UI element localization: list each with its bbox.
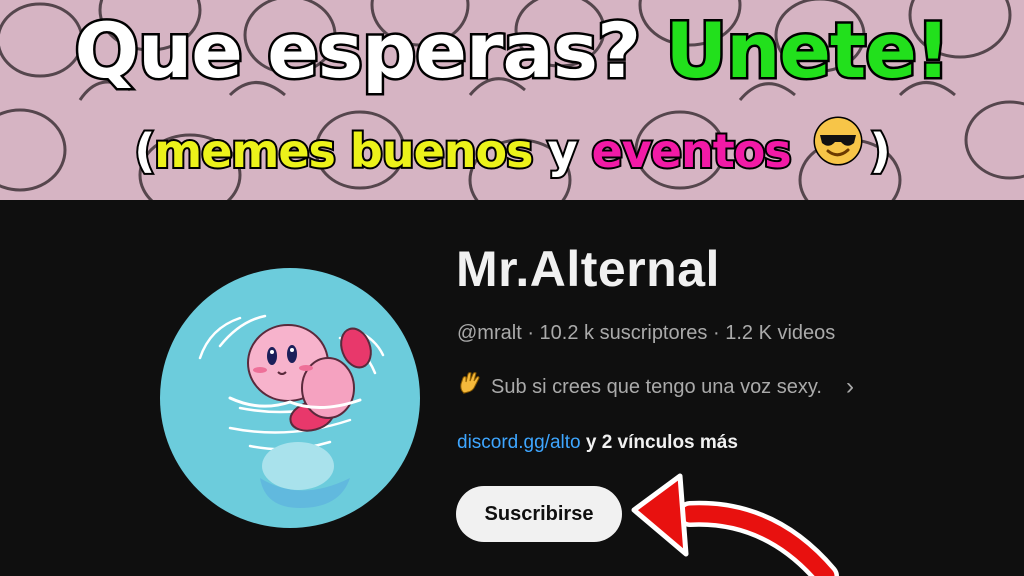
channel-handle: @mralt (457, 322, 522, 344)
subline-close-paren: ) (868, 122, 893, 180)
promo-banner: Que esperas? Unete! (memes buenos y even… (0, 0, 1024, 200)
meta-separator: · (527, 322, 534, 344)
chevron-right-icon[interactable]: › (846, 373, 854, 401)
subline-open-paren: ( (132, 122, 157, 180)
red-arrow-pointer-icon (631, 473, 839, 576)
waving-hand-icon (457, 372, 481, 402)
subline-memes: memes buenos (152, 122, 535, 180)
channel-header: Mr.Alternal @mralt · 10.2 k suscriptores… (0, 200, 1024, 576)
subscriber-count: 10.2 k suscriptores (539, 322, 708, 344)
banner-subline: (memes buenos y eventos ) (0, 116, 1024, 190)
channel-meta: @mralt · 10.2 k suscriptores · 1.2 K vid… (457, 322, 835, 345)
channel-links: discord.gg/alto y 2 vínculos más (457, 432, 738, 454)
channel-description[interactable]: Sub si crees que tengo una voz sexy. › (457, 372, 854, 402)
banner-headline: Que esperas? Unete! (0, 4, 1024, 98)
description-text: Sub si crees que tengo una voz sexy. (491, 375, 822, 398)
sunglasses-emoji-icon (812, 115, 864, 186)
headline-question: Que esperas? (72, 4, 644, 98)
subline-and: y (546, 122, 580, 180)
kirby-floating-icon (198, 314, 385, 508)
discord-link[interactable]: discord.gg/alto (457, 432, 581, 453)
subline-events: eventos (590, 122, 794, 180)
headline-join: Unete! (663, 4, 953, 98)
subscribe-button[interactable]: Suscribirse (456, 486, 622, 542)
more-links-button[interactable]: y 2 vínculos más (586, 432, 738, 453)
channel-name: Mr.Alternal (456, 241, 720, 297)
channel-avatar[interactable] (160, 268, 420, 528)
video-count: 1.2 K videos (725, 322, 836, 344)
meta-separator: · (712, 322, 720, 344)
